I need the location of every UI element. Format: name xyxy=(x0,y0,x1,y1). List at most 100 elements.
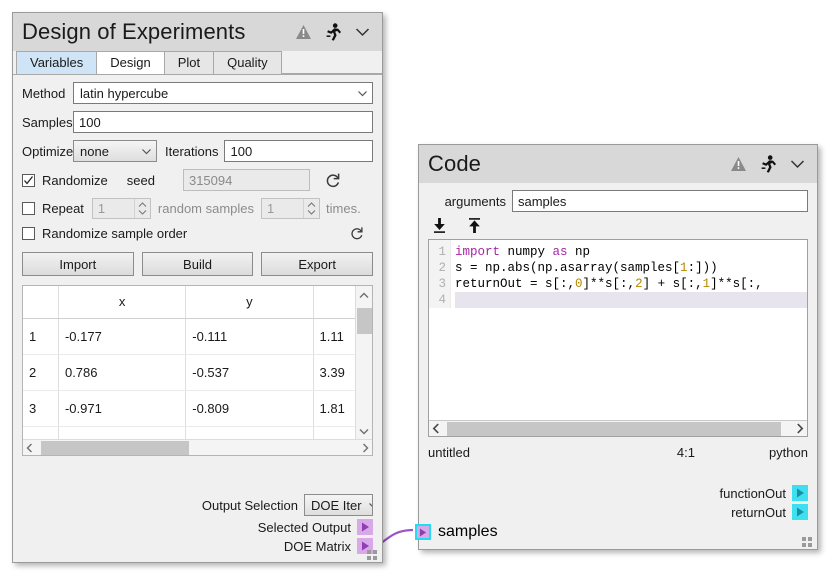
iterations-value: 100 xyxy=(230,144,252,159)
scroll-down-icon[interactable] xyxy=(356,422,372,439)
warning-icon[interactable] xyxy=(295,24,312,40)
doe-node[interactable]: Design of Experiments xyxy=(12,12,383,563)
tab-bar-filler xyxy=(281,51,382,74)
samples-row: Samples 100 xyxy=(22,111,373,133)
refresh-icon[interactable] xyxy=(349,226,364,241)
iterations-label: Iterations xyxy=(165,144,218,159)
table-header-row: x y xyxy=(23,286,372,318)
cell-y: -0.537 xyxy=(186,354,313,390)
iterations-input[interactable]: 100 xyxy=(224,140,373,162)
resize-grip-icon[interactable] xyxy=(802,535,813,546)
refresh-icon[interactable] xyxy=(324,172,341,189)
cell-y: -0.111 xyxy=(186,318,313,354)
cell-index: 2 xyxy=(23,354,58,390)
method-value: latin hypercube xyxy=(80,86,168,101)
samples-label: Samples xyxy=(22,115,73,130)
scroll-left-icon[interactable] xyxy=(23,440,36,457)
tab-quality[interactable]: Quality xyxy=(213,51,281,74)
stepper-arrows[interactable] xyxy=(134,199,150,218)
table-row[interactable]: 1 -0.177 -0.111 1.11 xyxy=(23,318,372,354)
run-icon[interactable] xyxy=(325,23,342,41)
seed-input[interactable]: 315094 xyxy=(183,169,310,191)
optimize-value: none xyxy=(80,144,109,159)
optimize-label: Optimize xyxy=(22,144,73,159)
code-node-header[interactable]: Code xyxy=(419,145,817,183)
code-node[interactable]: Code xyxy=(418,144,818,550)
selected-output-label: Selected Output xyxy=(258,520,351,535)
optimize-select[interactable]: none xyxy=(73,140,157,162)
scroll-left-icon[interactable] xyxy=(429,421,443,438)
doe-tab-bar[interactable]: Variables Design Plot Quality xyxy=(13,51,382,75)
chevron-down-icon[interactable] xyxy=(790,159,805,169)
samples-input-port[interactable] xyxy=(415,524,431,540)
table-row[interactable]: 4 -0.319 -0.354 1.04 xyxy=(23,426,372,439)
randomize-sample-order-label: Randomize sample order xyxy=(42,226,187,241)
samples-value: 100 xyxy=(79,115,101,130)
import-button[interactable]: Import xyxy=(22,252,134,276)
code-status-bar: untitled 4:1 python xyxy=(428,445,808,460)
line-number-gutter: 1 2 3 4 xyxy=(429,240,451,308)
cell-index: 4 xyxy=(23,426,58,439)
code-lines[interactable]: import numpy as np s = np.abs(np.asarray… xyxy=(451,240,807,308)
table-horizontal-scrollbar[interactable] xyxy=(23,439,372,456)
repeat-row: Repeat 1 random samples 1 times. xyxy=(22,198,373,219)
build-button[interactable]: Build xyxy=(142,252,254,276)
code-editor-area[interactable]: 1 2 3 4 import numpy as np s = np.abs(np… xyxy=(429,240,807,308)
table-row[interactable]: 2 0.786 -0.537 3.39 xyxy=(23,354,372,390)
repeat-mid-label: random samples xyxy=(158,201,254,216)
import-download-icon[interactable] xyxy=(431,217,448,234)
doe-footer: Output Selection DOE Iter Selected Outpu… xyxy=(13,488,382,562)
samples-input-port-row: samples xyxy=(428,523,808,541)
status-filename: untitled xyxy=(428,445,470,460)
vertical-scroll-thumb[interactable] xyxy=(357,308,372,334)
scroll-up-icon[interactable] xyxy=(356,286,372,303)
return-out-label: returnOut xyxy=(731,505,786,520)
tab-plot[interactable]: Plot xyxy=(164,51,214,74)
table-row[interactable]: 3 -0.971 -0.809 1.81 xyxy=(23,390,372,426)
action-button-row: Import Build Export xyxy=(22,252,373,276)
samples-input[interactable]: 100 xyxy=(73,111,373,133)
code-editor[interactable]: 1 2 3 4 import numpy as np s = np.abs(np… xyxy=(428,239,808,437)
selected-output-port[interactable] xyxy=(357,519,373,535)
tab-variables[interactable]: Variables xyxy=(16,51,97,74)
function-out-port[interactable] xyxy=(792,485,808,501)
code-horizontal-scrollbar[interactable] xyxy=(429,420,807,437)
code-line: s = np.abs(np.asarray(samples[1:])) xyxy=(455,260,807,276)
method-select[interactable]: latin hypercube xyxy=(73,82,373,104)
horizontal-scroll-thumb[interactable] xyxy=(447,422,781,436)
code-line-current xyxy=(455,292,807,308)
randomize-sample-order-checkbox[interactable] xyxy=(22,227,35,240)
column-header-x[interactable]: x xyxy=(58,286,185,318)
method-label: Method xyxy=(22,86,73,101)
editor-toolbar xyxy=(428,217,808,234)
repeat-times-stepper[interactable]: 1 xyxy=(261,198,320,219)
tab-design[interactable]: Design xyxy=(96,51,164,74)
arguments-input[interactable]: samples xyxy=(512,190,808,212)
column-header-y[interactable]: y xyxy=(186,286,313,318)
output-selection-select[interactable]: DOE Iter xyxy=(304,494,373,516)
randomize-checkbox[interactable] xyxy=(22,174,35,187)
export-button[interactable]: Export xyxy=(261,252,373,276)
run-icon[interactable] xyxy=(760,155,777,173)
scroll-right-icon[interactable] xyxy=(359,440,372,457)
return-out-port-row: returnOut xyxy=(428,504,808,520)
table-vertical-scrollbar[interactable] xyxy=(355,286,372,439)
arguments-row: arguments samples xyxy=(428,190,808,212)
resize-grip-icon[interactable] xyxy=(367,548,378,559)
cell-x: -0.971 xyxy=(58,390,185,426)
return-out-port[interactable] xyxy=(792,504,808,520)
repeat-count-stepper[interactable]: 1 xyxy=(92,198,151,219)
cell-index: 3 xyxy=(23,390,58,426)
warning-icon[interactable] xyxy=(730,156,747,172)
repeat-checkbox[interactable] xyxy=(22,202,35,215)
optimize-row: Optimize none Iterations 100 xyxy=(22,140,373,162)
results-table[interactable]: x y 1 -0.177 -0.111 1.11 xyxy=(22,285,373,456)
horizontal-scroll-thumb[interactable] xyxy=(41,441,189,455)
export-upload-icon[interactable] xyxy=(466,217,483,234)
column-header-index[interactable] xyxy=(23,286,58,318)
scroll-right-icon[interactable] xyxy=(793,421,807,438)
randomize-label: Randomize xyxy=(42,173,108,188)
doe-node-header[interactable]: Design of Experiments xyxy=(13,13,382,51)
chevron-down-icon[interactable] xyxy=(355,27,370,37)
stepper-arrows[interactable] xyxy=(303,199,319,218)
